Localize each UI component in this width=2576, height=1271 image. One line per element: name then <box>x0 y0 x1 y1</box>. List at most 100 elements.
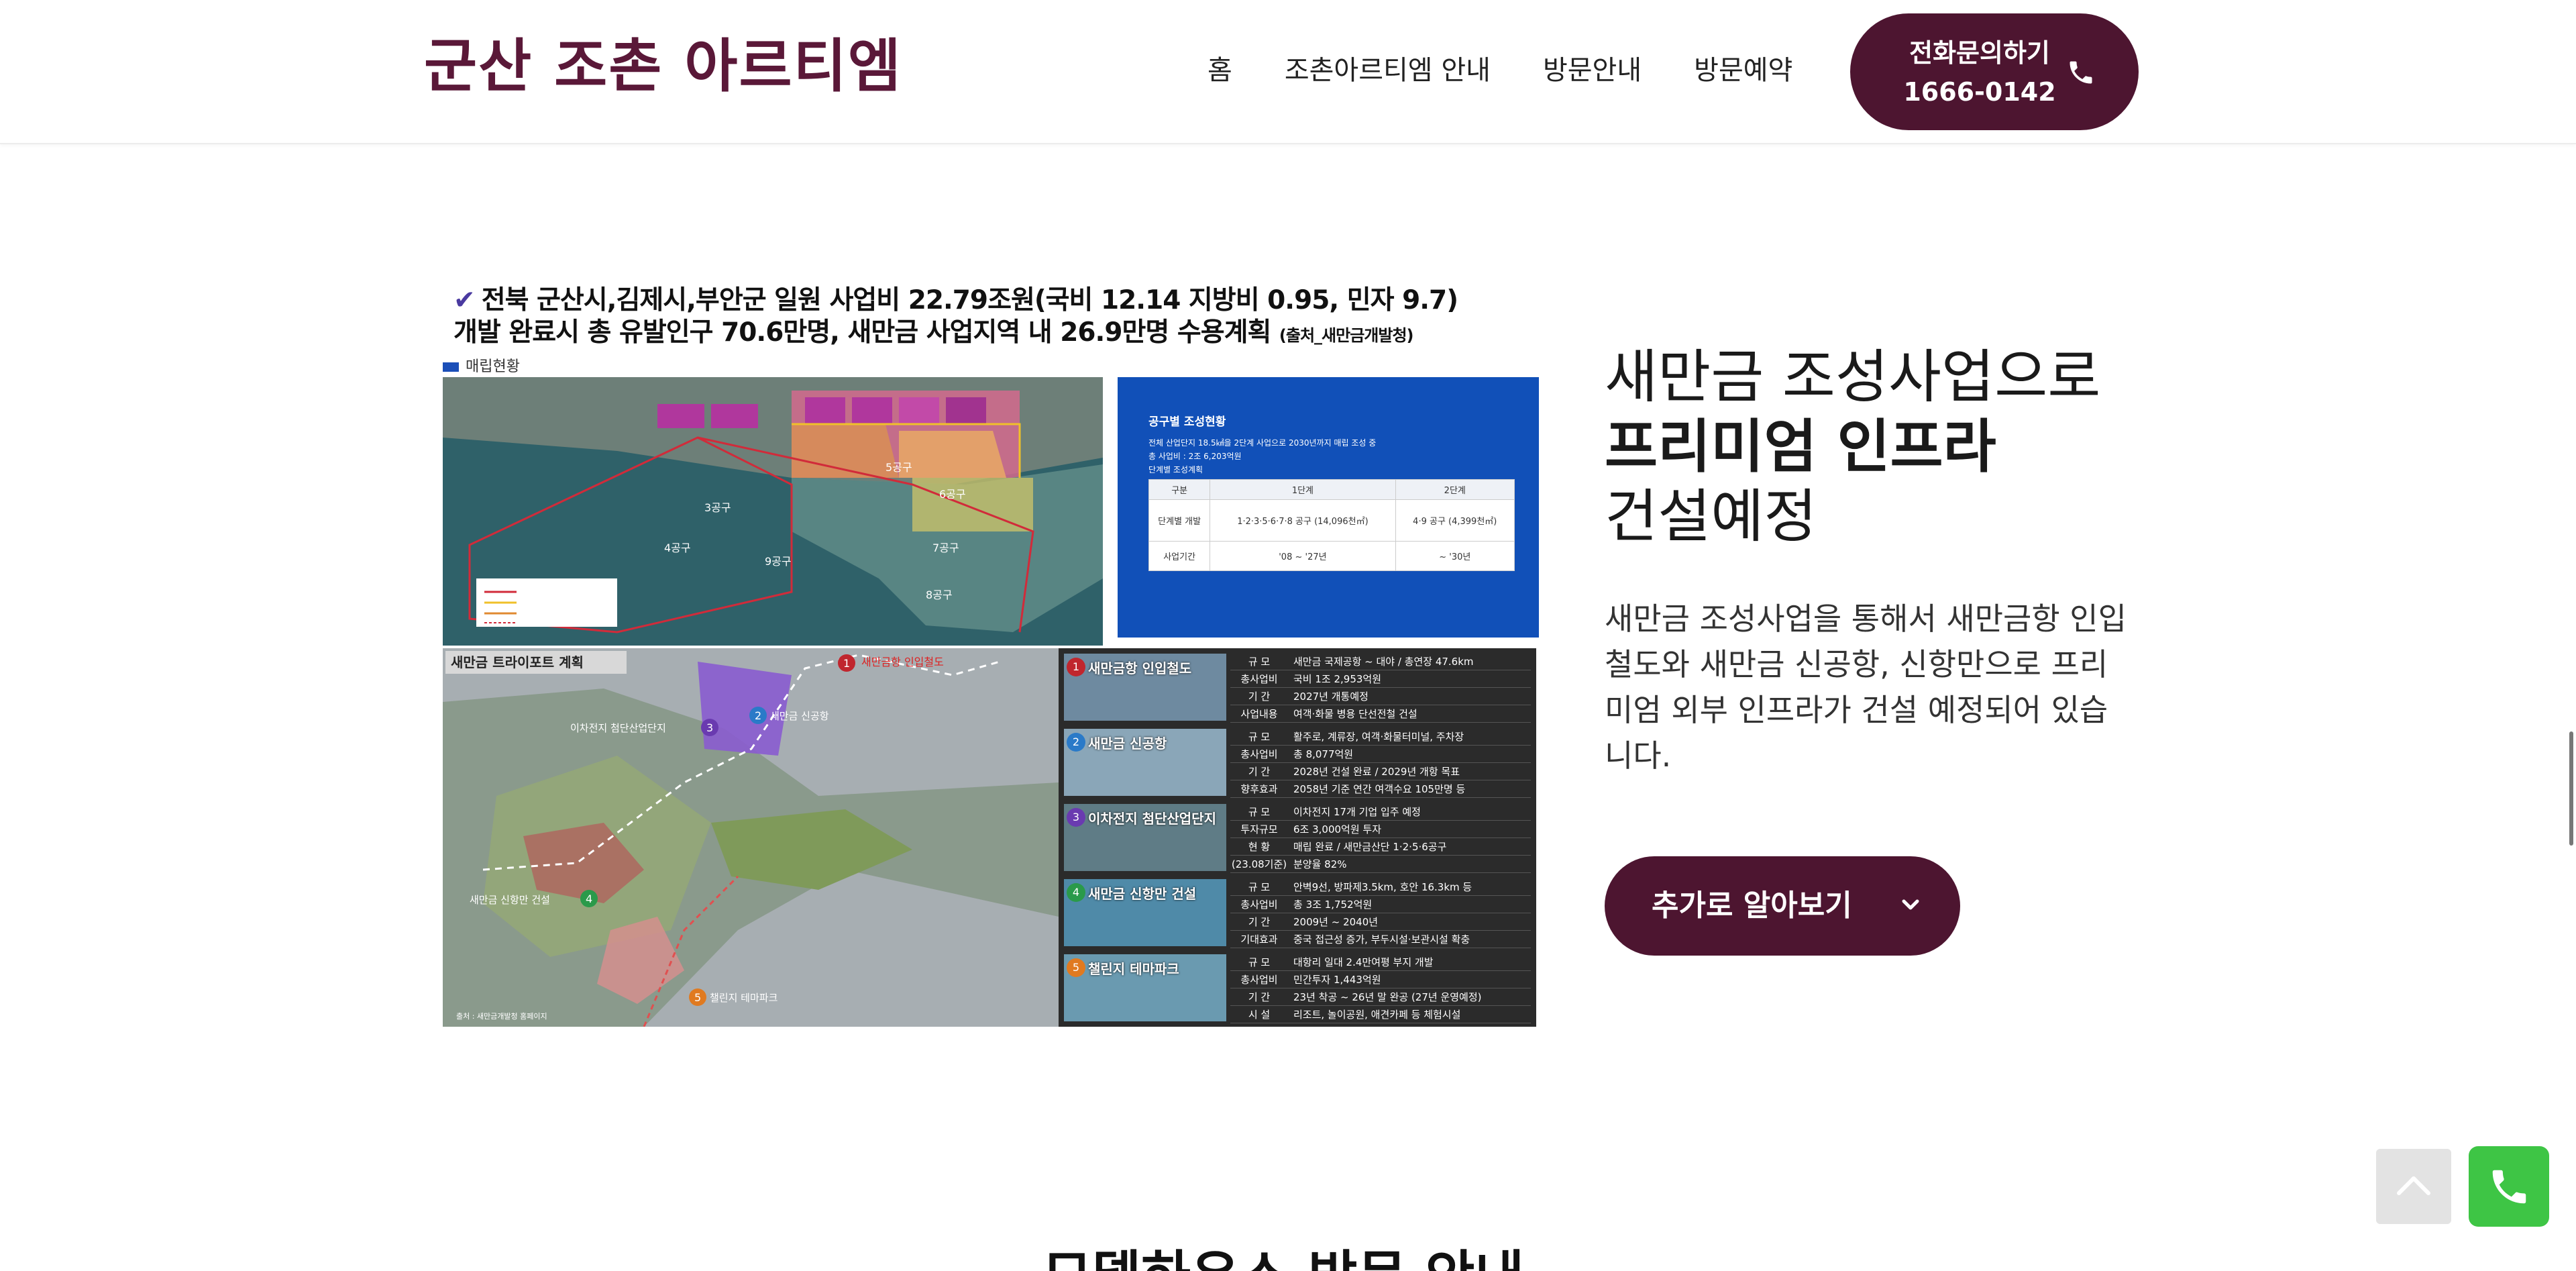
detail-row-key: 규 모 <box>1248 881 1271 893</box>
main-nav: 홈 조촌아르티엠 안내 방문안내 방문예약 <box>1208 47 1792 94</box>
detail-row-value: 활주로, 계류장, 여객·화물터미널, 주차장 <box>1293 731 1464 743</box>
detail-row-value: 국비 1조 2,953억원 <box>1293 673 1382 685</box>
detail-row: 현 황 매립 완료 / 새만금산단 1·2·5·6공구 <box>1230 839 1531 856</box>
nav-item-reservation[interactable]: 방문예약 <box>1694 47 1792 94</box>
detail-row: 총사업비 총 8,077억원 <box>1230 746 1531 763</box>
detail-title: 새만금 신공항 <box>1088 735 1167 752</box>
map1-label-7: 7공구 <box>932 542 959 554</box>
svg-text:이차전지 첨단산업단지: 이차전지 첨단산업단지 <box>570 722 666 734</box>
map1-label-8: 8공구 <box>926 589 953 601</box>
detail-row-value: 2027년 개통예정 <box>1293 691 1368 703</box>
nav-item-home[interactable]: 홈 <box>1208 47 1232 94</box>
detail-row: 규 모 이차전지 17개 기업 입주 예정 <box>1230 804 1531 821</box>
detail-row-value: 2009년 ~ 2040년 <box>1293 916 1379 928</box>
detail-row-key: 투자규모 <box>1240 823 1278 835</box>
detail-row-key: 시 설 <box>1248 1009 1271 1021</box>
district-table: 구분 1단계 2단계 단계별 개발 1·2·3·5·6·7·8 공구 (14,0… <box>1148 479 1515 571</box>
heading-line-3: 건설예정 <box>1605 483 1817 550</box>
district-bullet: 전체 산업단지 18.5㎢을 2단계 사업으로 2030년까지 매립 조성 중 <box>1148 438 1377 448</box>
chevron-down-icon <box>1902 899 1919 910</box>
nav-item-about[interactable]: 조촌아르티엠 안내 <box>1285 47 1491 94</box>
triport-detail-item: 4 새만금 신항만 건설 규 모 안벽9선, 방파제3.5km, 호안 16.3km … <box>1064 879 1531 949</box>
phone-icon <box>2070 61 2092 84</box>
detail-row-value: 민간투자 1,443억원 <box>1293 974 1381 986</box>
call-button[interactable]: 전화문의하기 1666-0142 <box>1850 13 2139 130</box>
table-cell: 사업기간 <box>1148 541 1211 571</box>
detail-row-value: 총 3조 1,752억원 <box>1293 899 1373 911</box>
map1-label-5: 5공구 <box>885 461 912 474</box>
detail-row: 규 모 활주로, 계류장, 여객·화물터미널, 주차장 <box>1230 729 1531 746</box>
detail-row-value: 대항리 일대 2.4만여평 부지 개발 <box>1293 956 1434 968</box>
detail-row-value: 안벽9선, 방파제3.5km, 호안 16.3km 등 <box>1293 881 1472 893</box>
infographic-source: (출처_새만금개발청) <box>1279 326 1414 345</box>
detail-row-value: 중국 접근성 증가, 부두시설·보관시설 확충 <box>1293 933 1470 946</box>
detail-row-key: 기대효과 <box>1240 933 1278 946</box>
map1-label-3: 3공구 <box>704 501 731 514</box>
detail-title: 챌린지 테마파크 <box>1088 961 1179 977</box>
detail-row-key: 규 모 <box>1248 806 1271 818</box>
detail-row-key: 기 간 <box>1248 766 1271 778</box>
detail-row-key: 기 간 <box>1248 691 1271 703</box>
detail-row-key: 현 황 <box>1248 841 1271 853</box>
svg-text:2: 2 <box>755 709 761 722</box>
detail-row-value: 여객·화물 병용 단선전철 건설 <box>1293 708 1417 720</box>
detail-row-value: 리조트, 놀이공원, 애견카페 등 체험시설 <box>1293 1009 1461 1021</box>
detail-row: 기 간 23년 착공 ~ 26년 말 완공 (27년 운영예정) <box>1230 989 1531 1006</box>
next-section-heading: 모델하우스 방문 안내 <box>1042 1243 1524 1271</box>
page-scrollbar[interactable] <box>2569 731 2573 846</box>
svg-text:1: 1 <box>843 657 850 670</box>
section-description: 새만금 조성사업을 통해서 새만금항 인입철도와 새만금 신공항, 신항만으로 … <box>1605 601 2127 774</box>
phone-fab-button[interactable] <box>2469 1146 2549 1227</box>
detail-number-badge: 3 <box>1067 808 1085 827</box>
district-status-panel: 공구별 조성현황 전체 산업단지 18.5㎢을 2단계 사업으로 2030년까지… <box>1118 377 1539 638</box>
detail-number-badge: 5 <box>1067 958 1085 977</box>
svg-text:4: 4 <box>586 893 592 905</box>
table-cell: ~ '30년 <box>1395 541 1515 571</box>
detail-row: 기 간 2028년 건설 완료 / 2029년 개항 목표 <box>1230 764 1531 780</box>
detail-row: 규 모 안벽9선, 방파제3.5km, 호안 16.3km 등 <box>1230 879 1531 896</box>
detail-row-key: 총사업비 <box>1240 673 1278 685</box>
learn-more-button[interactable]: 추가로 알아보기 <box>1605 856 1960 956</box>
svg-text:새만금항 인입철도: 새만금항 인입철도 <box>861 656 944 668</box>
detail-row-key: 규 모 <box>1248 731 1271 743</box>
learn-more-label: 추가로 알아보기 <box>1652 888 1852 923</box>
detail-row: 기 간 2009년 ~ 2040년 <box>1230 914 1531 931</box>
triport-detail-item: 3 이차전지 첨단산업단지 규 모 이차전지 17개 기업 입주 예정 투자규모 6조 3… <box>1064 804 1531 874</box>
detail-row-key: 규 모 <box>1248 956 1271 968</box>
detail-row-key: 총사업비 <box>1240 974 1278 986</box>
district-bullet: 단계별 조성계획 <box>1148 465 1203 474</box>
detail-row: 총사업비 총 3조 1,752억원 <box>1230 897 1531 913</box>
detail-row: 사업내용 여객·화물 병용 단선전철 건설 <box>1230 706 1531 723</box>
infographic-subline-text: 개발 완료시 총 유발인구 70.6만명, 새만금 사업지역 내 26.9만명 … <box>453 317 1271 348</box>
detail-row: 기 간 2027년 개통예정 <box>1230 689 1531 705</box>
heading-line-2: 프리미엄 인프라 <box>1605 413 1996 480</box>
triport-map-graphic: 새만금 트라이포트 계획 1 2 3 4 5 새만금항 인입철도 새만금 신공항… <box>443 648 1059 1027</box>
table-cell: 4·9 공구 (4,399천㎡) <box>1395 499 1515 542</box>
svg-text:챌린지 테마파크: 챌린지 테마파크 <box>710 992 777 1004</box>
call-number: 1666-0142 <box>1903 77 2056 107</box>
detail-row: 규 모 대항리 일대 2.4만여평 부지 개발 <box>1230 954 1531 971</box>
site-logo[interactable]: 군산 조촌 아르티엠 <box>424 30 902 103</box>
detail-row: 시 설 리조트, 놀이공원, 애견카페 등 체험시설 <box>1230 1007 1531 1023</box>
detail-row: 투자규모 6조 3,000억원 투자 <box>1230 821 1531 838</box>
svg-text:새만금 신항만 건설: 새만금 신항만 건설 <box>470 894 550 906</box>
detail-title: 이차전지 첨단산업단지 <box>1088 811 1216 827</box>
svg-text:새만금 신공항: 새만금 신공항 <box>770 710 829 722</box>
table-cell: 단계별 개발 <box>1148 499 1211 542</box>
detail-row-value: 분양율 82% <box>1293 858 1347 870</box>
detail-row: 규 모 새만금 국제공항 ~ 대야 / 총연장 47.6km <box>1230 654 1531 670</box>
detail-title: 새만금 신항만 건설 <box>1088 886 1197 902</box>
site-header: 군산 조촌 아르티엠 홈 조촌아르티엠 안내 방문안내 방문예약 전화문의하기 … <box>0 0 2576 144</box>
detail-number-badge: 2 <box>1067 733 1085 752</box>
infographic-subline: 개발 완료시 총 유발인구 70.6만명, 새만금 사업지역 내 26.9만명 … <box>453 311 1413 349</box>
map1-label-6: 6공구 <box>939 488 966 501</box>
map1-label-9: 9공구 <box>765 555 792 568</box>
scroll-to-top-button[interactable] <box>2376 1149 2451 1224</box>
detail-row-value: 2058년 기준 연간 여객수요 105만명 등 <box>1293 783 1466 795</box>
infographic-header: ✔ 전북 군산시,김제시,부안군 일원 사업비 22.79조원(국비 12.14 … <box>447 279 1540 349</box>
call-label: 전화문의하기 <box>1909 38 2050 68</box>
nav-item-visit-guide[interactable]: 방문안내 <box>1543 47 1642 94</box>
triport-details: 1 새만금항 인입철도 규 모 새만금 국제공항 ~ 대야 / 총연장 47.6km 총… <box>1059 648 1536 1027</box>
table-header: 2단계 <box>1395 479 1515 500</box>
detail-title: 새만금항 인입철도 <box>1088 660 1192 676</box>
